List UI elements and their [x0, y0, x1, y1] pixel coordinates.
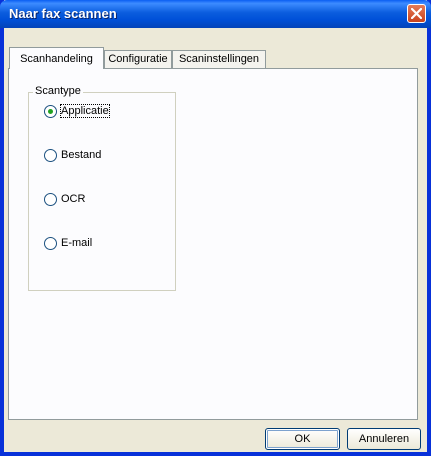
- tab-scaninstellingen[interactable]: Scaninstellingen: [172, 50, 266, 68]
- tab-label: Configuratie: [108, 53, 168, 65]
- radio-button[interactable]: [44, 193, 57, 206]
- cancel-button[interactable]: Annuleren: [347, 428, 421, 450]
- radio-button[interactable]: [44, 149, 57, 162]
- close-icon: [411, 8, 422, 19]
- scantype-groupbox: [28, 92, 176, 291]
- radio-label: OCR: [61, 193, 86, 205]
- tab-scanhandeling[interactable]: Scanhandeling: [9, 47, 104, 69]
- tab-label: Scanhandeling: [20, 53, 93, 65]
- radio-label: Applicatie: [60, 104, 110, 118]
- radio-label: Bestand: [61, 149, 102, 161]
- window-title: Naar fax scannen: [9, 6, 117, 21]
- radio-label: E-mail: [61, 237, 93, 249]
- tab-label: Scaninstellingen: [178, 53, 260, 65]
- radio-button[interactable]: [44, 105, 57, 118]
- title-bar[interactable]: Naar fax scannen: [0, 0, 431, 28]
- tab-configuratie[interactable]: Configuratie: [104, 50, 172, 68]
- close-button[interactable]: [407, 4, 426, 23]
- ok-button[interactable]: OK: [265, 428, 340, 450]
- scantype-legend: Scantype: [33, 85, 83, 97]
- radio-button[interactable]: [44, 237, 57, 250]
- radio-selected-dot: [48, 109, 53, 114]
